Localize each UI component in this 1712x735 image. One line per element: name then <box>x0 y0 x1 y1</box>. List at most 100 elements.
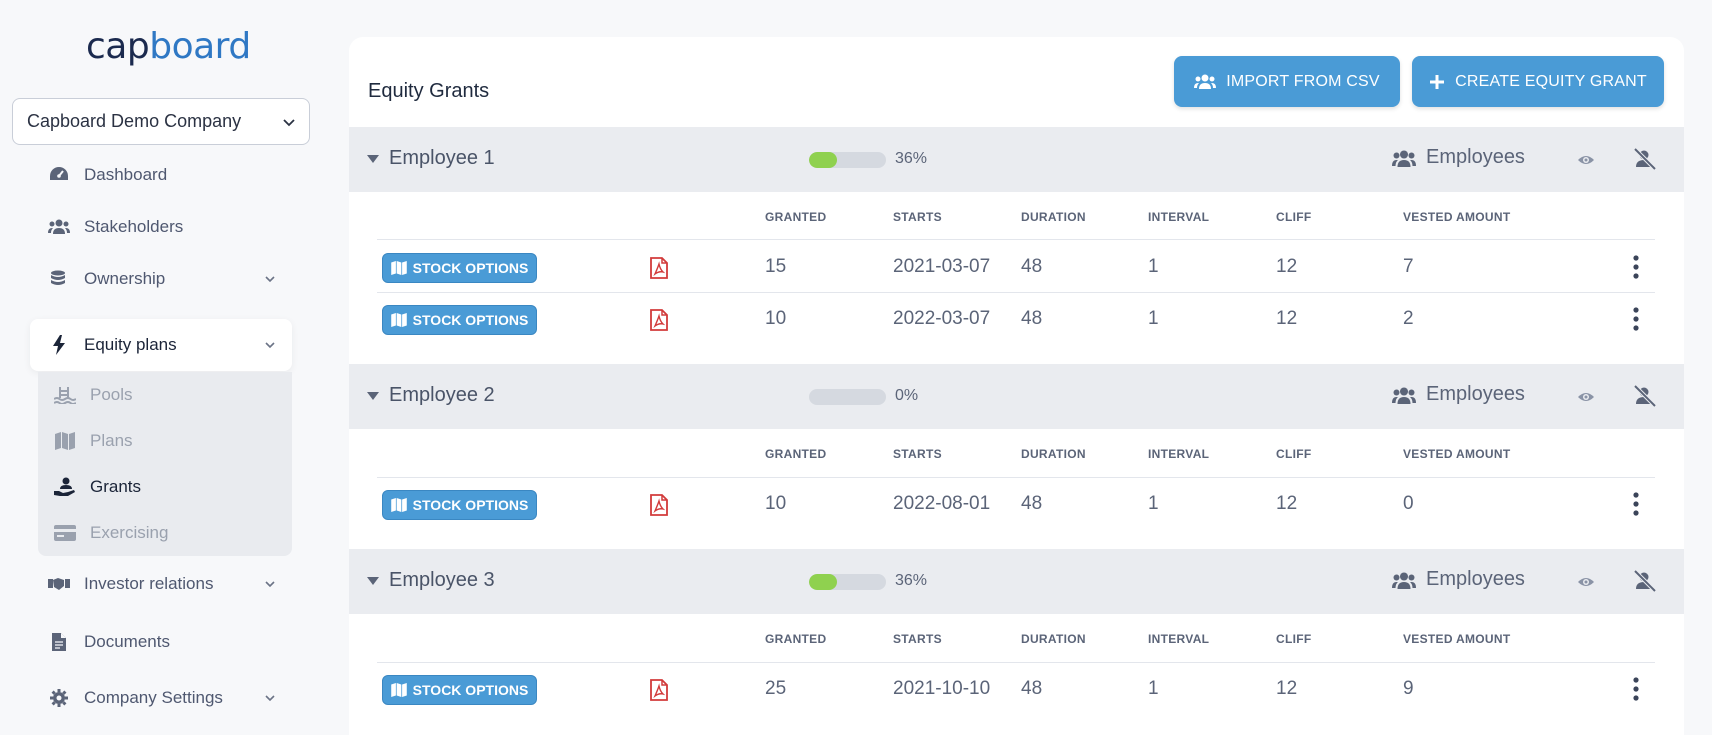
grant-group-category: Employees <box>1426 383 1525 405</box>
column-header-duration: DURATION <box>1021 210 1086 224</box>
eye-icon[interactable] <box>1577 151 1595 169</box>
vesting-progress-label: 36% <box>895 150 928 167</box>
row-divider <box>377 662 1655 663</box>
file-pdf-icon[interactable] <box>650 309 668 331</box>
vesting-progress-fill <box>809 574 837 590</box>
nav-item-equity-plans[interactable]: Equity plans <box>30 319 292 371</box>
nav-item-ownership[interactable]: Ownership <box>30 253 292 305</box>
grant-group-header[interactable]: Employee 1 36% Employees <box>349 127 1684 192</box>
more-options-icon[interactable] <box>1632 492 1640 516</box>
column-header-starts: STARTS <box>893 447 942 461</box>
nav-item-investor-relations[interactable]: Investor relations <box>30 558 292 610</box>
file-pdf-icon[interactable] <box>650 494 668 516</box>
eye-icon[interactable] <box>1577 388 1595 406</box>
user-slash-icon[interactable] <box>1633 384 1657 408</box>
caret-down-icon[interactable] <box>367 391 379 401</box>
cell-starts: 2022-08-01 <box>893 493 991 514</box>
user-slash-icon[interactable] <box>1633 569 1657 593</box>
chevron-down-icon <box>265 695 275 702</box>
import-from-csv-button[interactable]: IMPORT FROM CSV <box>1174 56 1400 107</box>
stock-options-badge[interactable]: STOCK OPTIONS <box>382 490 537 520</box>
vesting-progress-bar <box>809 389 886 405</box>
stock-options-label: STOCK OPTIONS <box>412 312 529 328</box>
stock-options-badge[interactable]: STOCK OPTIONS <box>382 253 537 283</box>
vesting-progress-bar <box>809 574 886 590</box>
nav-item-stakeholders[interactable]: Stakeholders <box>30 201 292 253</box>
nav-item-company-settings[interactable]: Company Settings <box>30 672 292 724</box>
subnav-label-grants: Grants <box>90 477 142 496</box>
cell-interval: 1 <box>1148 493 1159 514</box>
gauge-icon <box>48 164 70 186</box>
column-header-interval: INTERVAL <box>1148 447 1210 461</box>
file-icon <box>48 631 70 653</box>
nav-label-investor-relations: Investor relations <box>84 574 214 593</box>
nav-item-documents[interactable]: Documents <box>30 616 292 668</box>
column-header-granted: GRANTED <box>765 210 827 224</box>
grant-group-name: Employee 1 <box>389 147 495 169</box>
stock-options-label: STOCK OPTIONS <box>412 682 529 698</box>
vesting-progress-bar <box>809 152 886 168</box>
hand-holding-user-icon <box>54 476 76 498</box>
cell-granted: 10 <box>765 493 787 514</box>
eye-icon[interactable] <box>1577 573 1595 591</box>
column-header-duration: DURATION <box>1021 447 1086 461</box>
row-divider <box>377 239 1655 240</box>
grant-group-name: Employee 2 <box>389 384 495 406</box>
create-equity-grant-button[interactable]: CREATE EQUITY GRANT <box>1412 56 1664 107</box>
cell-granted: 15 <box>765 256 787 277</box>
nav-label-company-settings: Company Settings <box>84 688 223 707</box>
cell-duration: 48 <box>1021 493 1043 514</box>
cell-duration: 48 <box>1021 256 1043 277</box>
nav-item-dashboard[interactable]: Dashboard <box>30 149 292 201</box>
logo-part-1: cap <box>86 26 150 67</box>
caret-down-icon[interactable] <box>367 576 379 586</box>
file-pdf-icon[interactable] <box>650 679 668 701</box>
row-divider <box>377 477 1655 478</box>
company-select-value: Capboard Demo Company <box>27 111 242 131</box>
grant-group-category: Employees <box>1426 146 1525 168</box>
cell-cliff: 12 <box>1276 308 1298 329</box>
column-header-cliff: CLIFF <box>1276 447 1312 461</box>
row-divider <box>377 292 1655 293</box>
nav-label-ownership: Ownership <box>84 269 166 288</box>
column-header-interval: INTERVAL <box>1148 210 1210 224</box>
chevron-down-icon <box>283 118 295 126</box>
subnav-item-grants[interactable]: Grants <box>38 464 292 510</box>
vesting-progress-label: 0% <box>895 387 919 404</box>
column-header-vested-amount: VESTED AMOUNT <box>1403 447 1511 461</box>
handshake-icon <box>48 573 70 595</box>
cell-granted: 25 <box>765 678 787 699</box>
users-icon <box>1194 74 1217 89</box>
cell-vested-amount: 9 <box>1403 678 1414 699</box>
page-title: Equity Grants <box>368 80 490 102</box>
stock-options-badge[interactable]: STOCK OPTIONS <box>382 305 537 335</box>
more-options-icon[interactable] <box>1632 677 1640 701</box>
subnav-item-pools[interactable]: Pools <box>38 372 292 418</box>
more-options-icon[interactable] <box>1632 307 1640 331</box>
company-select[interactable]: Capboard Demo Company <box>12 98 310 145</box>
cell-cliff: 12 <box>1276 493 1298 514</box>
column-header-vested-amount: VESTED AMOUNT <box>1403 632 1511 646</box>
pool-icon <box>54 384 76 406</box>
more-options-icon[interactable] <box>1632 255 1640 279</box>
subnav-item-exercising[interactable]: Exercising <box>38 510 292 556</box>
column-header-cliff: CLIFF <box>1276 632 1312 646</box>
stock-options-label: STOCK OPTIONS <box>412 260 529 276</box>
equity-plans-subnav: Pools Plans Grants Exercising <box>38 372 292 556</box>
grant-group-header[interactable]: Employee 3 36% Employees <box>349 549 1684 614</box>
user-slash-icon[interactable] <box>1633 147 1657 171</box>
map-icon <box>390 261 407 275</box>
grant-group-name: Employee 3 <box>389 569 495 591</box>
file-pdf-icon[interactable] <box>650 257 668 279</box>
cell-duration: 48 <box>1021 678 1043 699</box>
map-icon <box>390 683 407 697</box>
caret-down-icon[interactable] <box>367 154 379 164</box>
grant-group-header[interactable]: Employee 2 0% Employees <box>349 364 1684 429</box>
stock-options-badge[interactable]: STOCK OPTIONS <box>382 675 537 705</box>
cell-interval: 1 <box>1148 256 1159 277</box>
subnav-item-plans[interactable]: Plans <box>38 418 292 464</box>
capboard-logo[interactable]: capboard <box>86 26 251 67</box>
cell-granted: 10 <box>765 308 787 329</box>
cell-vested-amount: 7 <box>1403 256 1414 277</box>
nav-label-documents: Documents <box>84 632 170 651</box>
